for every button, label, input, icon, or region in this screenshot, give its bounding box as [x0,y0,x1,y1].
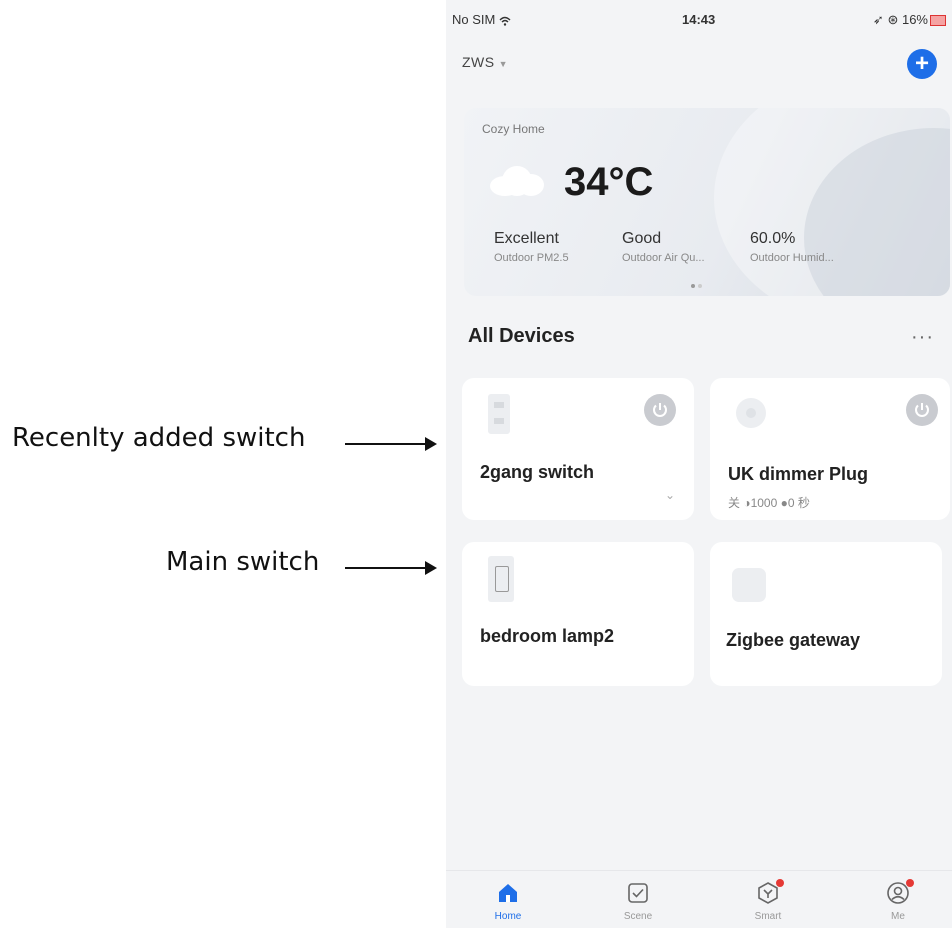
device-card-bedroom-lamp2[interactable]: bedroom lamp2 [462,542,694,686]
notification-dot [906,879,914,887]
device-card-uk-dimmer-plug[interactable]: UK dimmer Plug 关 ◑1000 ●0 秒 [710,378,950,520]
pager-dots [691,275,705,293]
power-button[interactable] [644,394,676,426]
weather-metric: Good Outdoor Air Qu... [622,230,705,264]
home-icon [496,881,520,905]
status-bar: No SIM 14:43 ➶ ⊛ 16% [446,0,952,40]
device-name: UK dimmer Plug [728,464,869,484]
gateway-icon [732,568,766,602]
status-right: ➶ ⊛ 16% [873,12,946,28]
status-time: 14:43 [682,12,716,27]
annotation-arrow-line [345,567,425,569]
home-selector[interactable]: ZWS ▼ [462,54,508,70]
weather-temperature: 34°C [564,160,654,204]
annotation-recently-added: Recenlty added switch [12,423,306,453]
notification-dot [776,879,784,887]
weather-location: Cozy Home [482,122,545,136]
device-status: 关 ◑1000 ●0 秒 [728,496,810,510]
device-card-2gang-switch[interactable]: 2gang switch ⌄ [462,378,694,520]
device-card-zigbee-gateway[interactable]: Zigbee gateway [710,542,942,686]
metric-value: Excellent [494,230,559,247]
cloud-icon [490,166,544,196]
carrier-text: No SIM [452,12,511,27]
device-name: Zigbee gateway [726,630,861,650]
wall-switch-icon [488,394,510,434]
tab-label: Scene [623,911,653,922]
alarm-icon: ⊛ [887,12,899,27]
more-options-icon[interactable]: ··· [911,326,934,349]
smart-icon [756,879,784,905]
tab-label: Home [494,911,522,922]
battery-percent: 16% [901,12,928,27]
tab-label: Smart [754,911,782,922]
weather-metric: 60.0% Outdoor Humid... [750,230,834,264]
profile-icon [886,879,914,905]
scene-icon [626,881,650,905]
tab-bar: Home Scene Smart Me [446,870,952,928]
power-icon [915,403,929,417]
device-name: bedroom lamp2 [480,626,615,646]
tab-me[interactable]: Me [858,879,938,922]
home-name: ZWS [462,54,495,70]
plug-icon [736,398,766,428]
chevron-down-icon: ▼ [498,59,509,69]
phone-screen: No SIM 14:43 ➶ ⊛ 16% ZWS ▼ + Cozy Home 34… [446,0,952,928]
battery-icon [930,15,946,27]
weather-card[interactable]: Cozy Home 34°C Excellent Outdoor PM2.5 G… [464,108,950,296]
metric-value: 60.0% [750,230,796,247]
metric-label: Outdoor PM2.5 [494,252,569,264]
add-device-button[interactable]: + [907,49,937,79]
weather-metric: Excellent Outdoor PM2.5 [494,230,569,264]
metric-label: Outdoor Air Qu... [622,252,705,264]
annotation-arrow-line [345,443,425,445]
annotation-main-switch: Main switch [166,547,320,577]
power-button[interactable] [906,394,938,426]
power-icon [653,403,667,417]
wifi-icon [499,16,511,26]
tab-label: Me [891,911,905,922]
tab-home[interactable]: Home [468,881,548,922]
location-icon: ➶ [872,12,884,27]
tab-smart[interactable]: Smart [728,879,808,922]
annotation-arrow-head [425,561,437,575]
section-title: All Devices [468,325,575,347]
metric-value: Good [622,230,662,247]
device-name: 2gang switch [480,462,595,482]
chevron-down-icon[interactable]: ⌄ [665,488,675,502]
tab-scene[interactable]: Scene [598,881,678,922]
annotation-arrow-head [425,437,437,451]
metric-label: Outdoor Humid... [750,252,834,264]
wall-switch-icon [488,556,514,602]
